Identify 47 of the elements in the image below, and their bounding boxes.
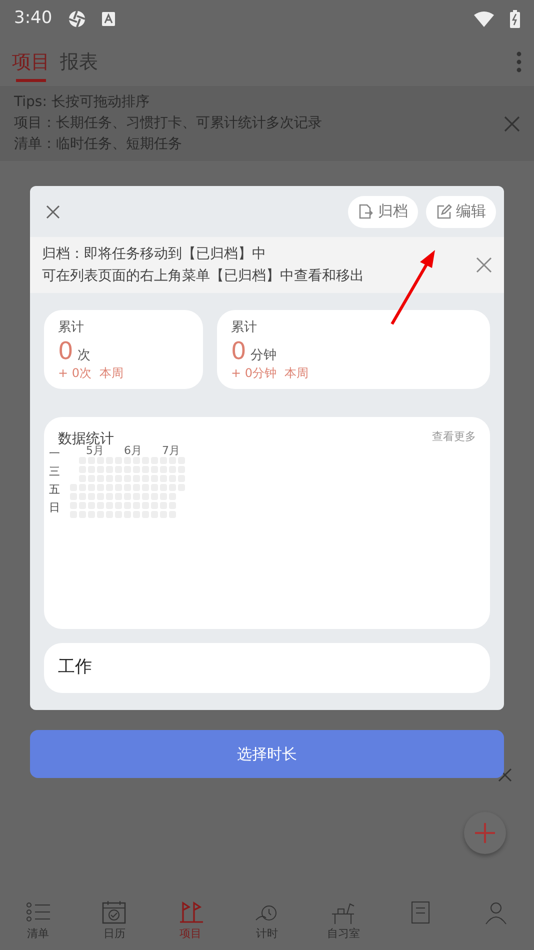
- stat-unit: 次: [77, 346, 90, 364]
- close-icon[interactable]: [476, 257, 492, 273]
- person-icon: [482, 900, 509, 926]
- edit-button[interactable]: 编辑: [426, 196, 496, 228]
- tab[interactable]: 项目: [12, 38, 60, 86]
- keyboard-icon: [102, 12, 116, 26]
- calendar-icon: [101, 900, 128, 926]
- weekday-label: 三: [49, 464, 60, 480]
- nav-item[interactable]: 计时: [228, 898, 306, 950]
- nav-item[interactable]: 日历: [76, 898, 153, 950]
- more-icon[interactable]: [516, 51, 522, 73]
- clock-text: 3:40: [14, 7, 52, 30]
- stat-title: 累计: [58, 319, 85, 337]
- nav-item[interactable]: 清单: [0, 898, 76, 950]
- aperture-icon: [68, 10, 86, 28]
- stat-title: 累计: [231, 319, 258, 337]
- more-link[interactable]: 查看更多: [432, 429, 476, 450]
- edit-icon: [436, 204, 452, 220]
- close-icon[interactable]: [504, 116, 520, 132]
- category-field[interactable]: 工作: [44, 643, 490, 693]
- weekday-label: 五: [49, 482, 60, 498]
- close-icon[interactable]: [46, 204, 60, 218]
- nav-item[interactable]: 项目: [152, 898, 229, 950]
- stat-value: 0: [231, 338, 246, 364]
- notice-text: 可在列表页面的右上角菜单【已归档】中查看和移出: [42, 267, 365, 286]
- month-label: 6月: [124, 443, 142, 459]
- battery-icon: [510, 10, 520, 28]
- nav-item[interactable]: 自习室: [305, 898, 382, 950]
- plus-icon: [475, 823, 495, 843]
- month-label: 5月: [86, 444, 104, 459]
- period-label: 本周: [284, 365, 309, 381]
- notice-text: 归档：即将任务移动到【已归档】中: [42, 245, 267, 264]
- month-label: 7月: [162, 443, 180, 459]
- card-title: 数据统计: [58, 430, 114, 447]
- select-duration-button[interactable]: 选择时长: [30, 730, 504, 778]
- stat-delta: + 0分钟: [231, 365, 277, 381]
- archive-button[interactable]: 归档: [348, 196, 418, 228]
- period-label: 本周: [100, 365, 124, 381]
- wifi-icon: [474, 11, 494, 27]
- add-button[interactable]: [464, 812, 506, 854]
- weekday-label: 一: [49, 446, 60, 462]
- flags-icon: [178, 900, 204, 926]
- stat-unit: 分钟: [250, 346, 276, 364]
- stat-delta: + 0次: [58, 365, 92, 381]
- weekday-label: 日: [49, 500, 60, 516]
- stat-value: 0: [58, 338, 74, 364]
- file-export-icon: [358, 204, 374, 220]
